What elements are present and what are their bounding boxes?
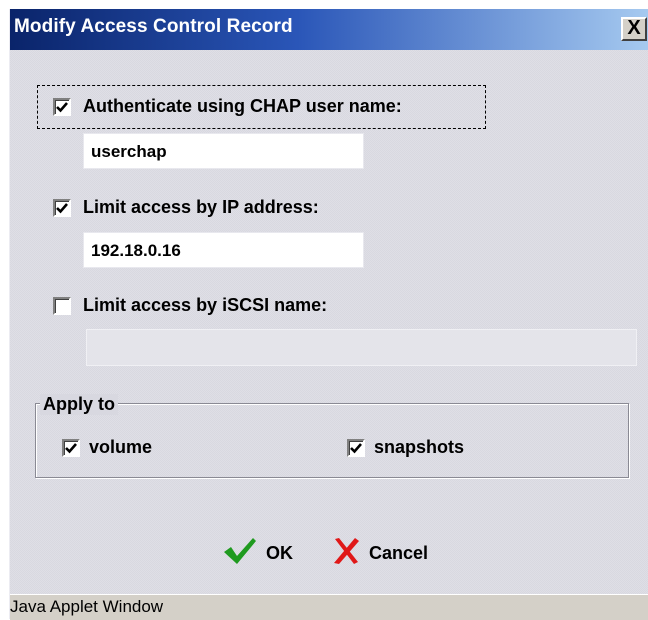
ok-button[interactable]: OK: [222, 537, 293, 569]
close-icon: X: [627, 17, 641, 39]
chap-label: Authenticate using CHAP user name:: [83, 96, 402, 116]
cancel-label: Cancel: [369, 542, 429, 563]
volume-checkbox[interactable]: [62, 439, 80, 457]
title-bar[interactable]: Modify Access Control Record X: [10, 9, 648, 50]
volume-label: volume: [89, 437, 153, 457]
iscsi-label: Limit access by iSCSI name:: [83, 295, 328, 315]
ip-checkbox[interactable]: [53, 199, 71, 217]
checkmark-glyph: [65, 443, 77, 454]
red-x-icon: [331, 536, 361, 571]
checkmark-glyph: [56, 102, 68, 113]
dialog-content: Authenticate using CHAP user name: userc…: [10, 50, 648, 594]
status-bar: Java Applet Window: [10, 594, 648, 620]
iscsi-checkbox[interactable]: [53, 297, 71, 315]
ok-label: OK: [266, 542, 293, 563]
status-text: Java Applet Window: [10, 597, 164, 616]
checkmark-glyph: [350, 443, 362, 454]
snapshots-label: snapshots: [374, 437, 465, 457]
apply-to-legend: Apply to: [40, 394, 118, 415]
checkmark-icon: [222, 536, 258, 571]
snapshots-checkbox[interactable]: [347, 439, 365, 457]
window-title: Modify Access Control Record: [14, 16, 293, 37]
dialog-window: Modify Access Control Record X Authentic…: [9, 9, 648, 620]
chap-checkbox[interactable]: [53, 98, 71, 116]
cancel-button[interactable]: Cancel: [331, 537, 428, 569]
ip-address-input[interactable]: 192.18.0.16: [83, 232, 364, 268]
iscsi-name-input[interactable]: [86, 329, 637, 366]
chap-username-input[interactable]: userchap: [83, 133, 364, 169]
checkmark-glyph: [56, 203, 68, 214]
close-button[interactable]: X: [621, 17, 647, 41]
ip-label: Limit access by IP address:: [83, 197, 319, 217]
